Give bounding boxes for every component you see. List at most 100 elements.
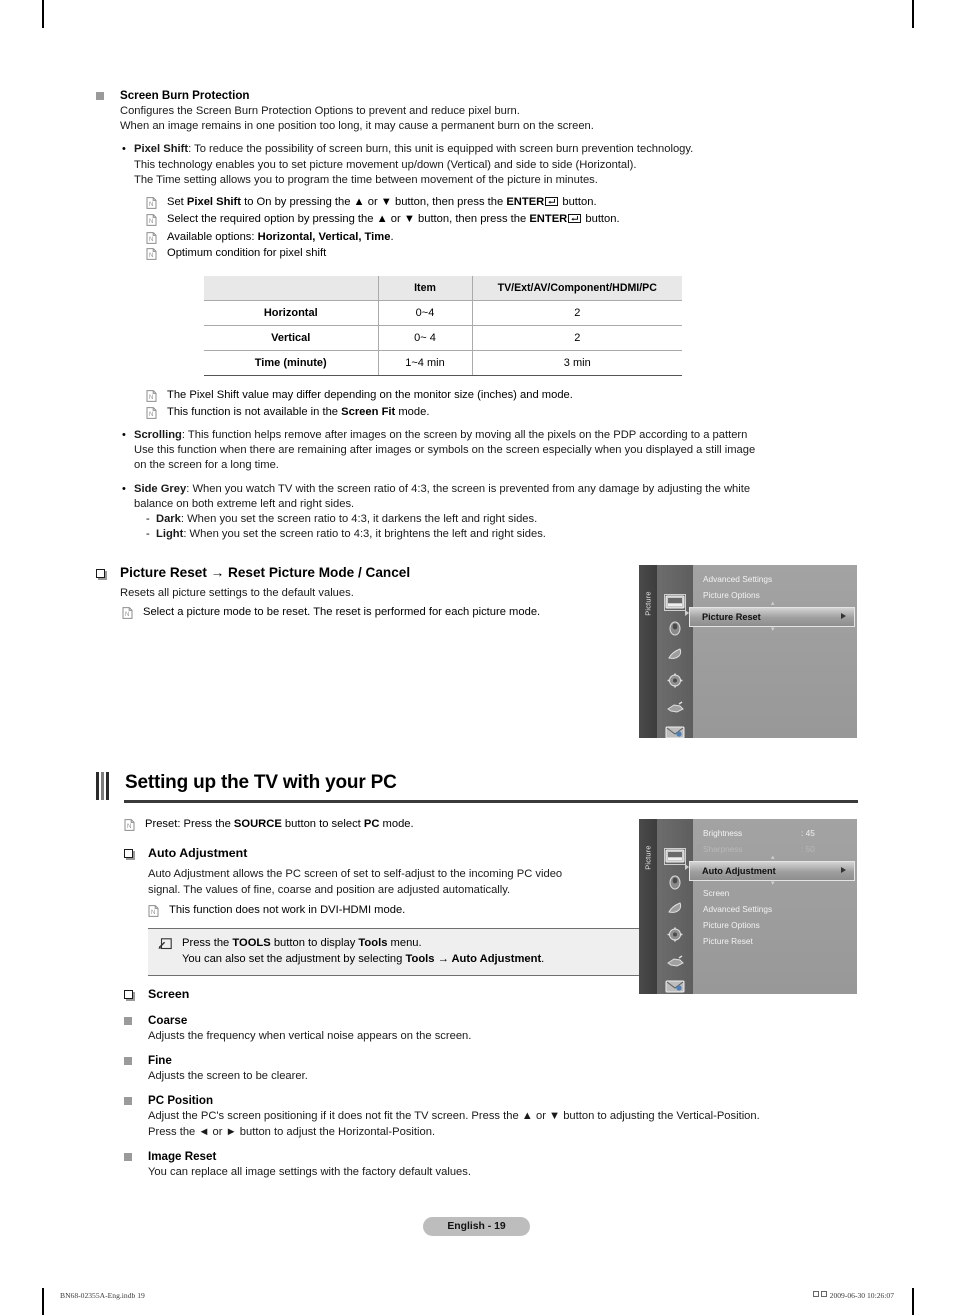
channel-icon[interactable] (665, 647, 685, 662)
svg-text:N: N (149, 253, 153, 259)
osd-menu-item-label: Advanced Settings (703, 574, 773, 584)
osd-menu-item[interactable]: Sharpness : 50 (693, 841, 857, 857)
pixel-shift-term: Pixel Shift (134, 143, 189, 156)
chevron-right-icon (841, 613, 846, 619)
note-item: N Select the required option by pressing… (146, 212, 858, 228)
note-item: N Set Pixel Shift to On by pressing the … (146, 195, 858, 211)
page-number-badge: English - 19 (423, 1217, 530, 1236)
screen-burn-intro-1: Configures the Screen Burn Protection Op… (120, 105, 520, 117)
note-icon: N (146, 406, 159, 419)
sound-icon[interactable] (665, 621, 685, 636)
scrolling-line-1-rest: : This function helps remove after image… (181, 428, 748, 441)
osd-menu-item-label: Advanced Settings (703, 904, 773, 914)
dash-bullet-icon: - (146, 528, 150, 541)
screen-heading-label: Screen (148, 987, 190, 1001)
table-cell: 1~4 min (377, 350, 472, 377)
print-footer-left: BN68-02355A-Eng.indb 19 (60, 1291, 145, 1300)
entry-title: Image Reset (148, 1149, 217, 1163)
table-row: Time (minute) 1~4 min 3 min (204, 350, 682, 377)
table-cell: 0~ 4 (377, 325, 472, 352)
osd-menu-item-label: Sharpness (703, 844, 743, 854)
square-bullet-icon (124, 1057, 132, 1066)
preset-note-post: mode. (379, 818, 414, 830)
note-0-bold2: ENTER (506, 196, 545, 209)
pc-section-body: N Preset: Press the SOURCE button to sel… (124, 816, 673, 977)
auto-adjustment-note: This function does not work in DVI-HDMI … (169, 903, 406, 916)
preset-note-bold2: PC (363, 818, 380, 830)
enter-key-icon (545, 196, 559, 211)
enter-key-icon (568, 213, 582, 228)
osd-tab-label-picture: Picture (643, 845, 653, 870)
bullet-scrolling: • Scrolling: This function helps remove … (120, 428, 858, 474)
channel-icon[interactable] (665, 901, 685, 916)
osd-menu-item-label: Picture Options (703, 590, 760, 600)
setup-icon[interactable] (665, 673, 685, 688)
picture-icon[interactable] (664, 848, 686, 865)
table-row: Horizontal 0~4 2 (204, 300, 682, 327)
osd-tab-strip: Picture (639, 819, 657, 994)
osd-scroll-up-hint-icon: ▴ (771, 854, 775, 861)
note-icon: N (146, 214, 159, 227)
osd-menu-item[interactable]: Advanced Settings (693, 901, 857, 917)
side-grey-sub-dark: - Dark: When you set the screen ratio to… (146, 512, 858, 527)
tools-line2-pre: You can also set the adjustment by selec… (182, 952, 406, 965)
svg-text:N: N (125, 612, 129, 618)
after-table-note-list: N The Pixel Shift value may differ depen… (146, 388, 858, 420)
section-accent-bars-icon (96, 772, 109, 800)
print-footer-right-text: 2009-06-30 10:26:07 (829, 1291, 894, 1300)
manual-page: Screen Burn Protection Configures the Sc… (0, 0, 954, 1315)
entry-desc: Press the ◄ or ► button to adjust the Ho… (148, 1125, 436, 1138)
scrolling-line-2: Use this function when there are remaini… (134, 444, 756, 457)
after-note-1-bold: Screen Fit (341, 405, 396, 418)
osd-icon-column (657, 819, 693, 994)
setup-icon[interactable] (665, 927, 685, 942)
section-title: Setting up the TV with your PC (125, 772, 397, 793)
note-icon: N (148, 904, 161, 917)
picture-icon[interactable] (664, 594, 686, 611)
after-note-1-post: mode. (395, 405, 430, 418)
chevron-right-icon (841, 867, 846, 873)
square-bullet-icon (124, 1097, 132, 1106)
picture-reset-heading-label: Picture Reset → Reset Picture Mode / Can… (120, 565, 411, 581)
input-icon[interactable] (665, 699, 685, 714)
heading-screen: Screen (124, 985, 858, 1003)
osd-menu-item[interactable]: Picture Options (693, 587, 857, 603)
note-0-post: button. (559, 196, 597, 209)
osd-menu-item[interactable]: Screen (693, 885, 857, 901)
table-header-item: Item (377, 275, 472, 302)
osd-menu-item[interactable]: Advanced Settings (693, 571, 857, 587)
scrolling-term: Scrolling (134, 428, 182, 441)
table-cell: 2 (471, 300, 682, 327)
osd-menu-item[interactable]: Picture Reset (693, 933, 857, 949)
auto-adjustment-line-2: signal. The values of fine, coarse and p… (148, 883, 511, 896)
table-cell: Time (minute) (204, 350, 378, 377)
note-2-post: . (390, 230, 394, 243)
pixel-shift-line-1-rest: : To reduce the possibility of screen bu… (188, 143, 694, 156)
note-icon: N (146, 197, 159, 209)
tools-line2-post: . (541, 952, 545, 965)
osd-selected-item-auto-adjustment[interactable]: Auto Adjustment (689, 861, 855, 881)
pixel-shift-table: Item TV/Ext/AV/Component/HDMI/PC Horizon… (204, 275, 682, 377)
svg-text:N: N (149, 202, 153, 208)
osd-menu-item[interactable]: Brightness : 45 (693, 825, 857, 841)
note-item: N Preset: Press the SOURCE button to sel… (124, 817, 664, 832)
support-icon[interactable] (665, 725, 685, 738)
note-0-mid: to On by pressing the ▲ or ▼ button, the… (241, 196, 507, 209)
note-2-pre: Available options: (167, 230, 258, 243)
osd-icon-column (657, 565, 693, 738)
input-icon[interactable] (665, 953, 685, 968)
osd-menu-item-value: : 45 (801, 828, 815, 838)
scrolling-line-1: Scrolling: This function helps remove af… (134, 428, 858, 443)
tools-callout-box: Press the TOOLS button to display Tools … (148, 928, 673, 977)
osd-menu-item[interactable]: Picture Options (693, 917, 857, 933)
svg-text:N: N (149, 237, 153, 243)
osd-picture-reset-screenshot: Picture Advanced Settings Picture Option… (639, 565, 857, 738)
entry-desc: Adjusts the screen to be clearer. (148, 1070, 308, 1083)
square-bullet-icon (124, 1017, 132, 1025)
osd-selected-item-picture-reset[interactable]: Picture Reset (689, 607, 855, 627)
note-icon: N (146, 231, 159, 244)
table-row: Vertical 0~ 4 2 (204, 325, 682, 352)
side-grey-dark-rest: : When you set the screen ratio to 4:3, … (180, 512, 538, 525)
osd-scroll-down-hint-icon: ▾ (771, 880, 775, 887)
sound-icon[interactable] (665, 875, 685, 890)
